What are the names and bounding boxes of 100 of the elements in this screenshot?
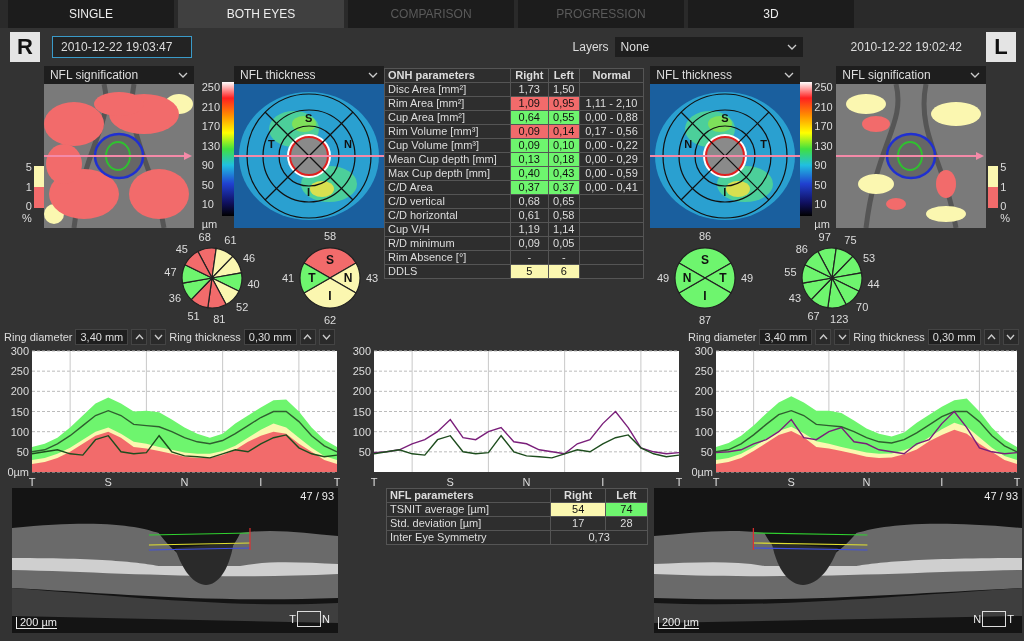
table-cell: Inter Eye Symmetry <box>386 530 551 545</box>
legend-label: 0 <box>25 201 32 212</box>
sector-label: S <box>305 112 313 124</box>
scale-label: 50 <box>201 179 215 191</box>
scale-label: 90 <box>814 160 828 172</box>
ring-thickness-field[interactable]: 0,30 mm <box>927 329 981 345</box>
table-cell: 1,73 <box>510 82 549 97</box>
view-dropdown[interactable]: NFL thickness <box>234 66 384 84</box>
axis-label: S <box>787 476 795 488</box>
ring-thickness-field[interactable]: 0,30 mm <box>243 329 297 345</box>
table-cell: Cup Volume [mm³] <box>384 138 511 153</box>
axis-label: N <box>180 476 189 488</box>
color-legend <box>33 166 44 208</box>
column-header: Right <box>550 488 606 503</box>
tab[interactable]: SINGLE <box>8 0 174 28</box>
orientation-box <box>297 611 322 627</box>
sector-value: 44 <box>867 277 881 290</box>
sector-value: 86 <box>699 230 712 242</box>
table-cell: 1,14 <box>548 222 580 237</box>
table-cell: 0,00 - 0,22 <box>579 138 644 153</box>
table-cell <box>579 82 644 97</box>
sector-value: 41 <box>281 272 295 284</box>
axis-label: 250 <box>352 365 371 378</box>
axis-label: 200 <box>694 385 713 398</box>
orientation-label: T <box>289 613 297 625</box>
sector-value: 123 <box>830 313 849 326</box>
sector-value: 68 <box>198 230 211 243</box>
view-dropdown[interactable]: NFL signification <box>43 66 194 84</box>
axis-label: 100 <box>352 425 371 438</box>
caret-icon <box>784 72 795 78</box>
scale-label: 210 <box>201 101 220 113</box>
sector-value: 52 <box>236 301 249 314</box>
increase-button[interactable] <box>299 329 316 345</box>
orientation-label: T <box>1007 613 1014 625</box>
table-cell: 1,50 <box>548 82 580 97</box>
chevron-up-icon <box>303 334 313 340</box>
field-label: Ring diameter <box>688 331 757 343</box>
legend-label: 5 <box>1000 162 1007 173</box>
ring-diameter-field[interactable]: 3,40 mm <box>759 329 813 345</box>
scale-label: µm <box>201 218 219 230</box>
sector-value: 55 <box>784 266 797 279</box>
scale-label: 250 <box>814 82 833 93</box>
sector-label: I <box>703 289 708 303</box>
increase-button[interactable] <box>131 329 148 345</box>
sector-value: 58 <box>323 230 337 242</box>
increase-button[interactable] <box>815 329 832 345</box>
decrease-button[interactable] <box>1002 329 1019 345</box>
tab[interactable]: BOTH EYES <box>178 0 344 28</box>
sector-label: I <box>307 186 311 198</box>
axis-label: I <box>259 476 263 488</box>
axis-label: T <box>28 476 36 488</box>
sector-label: I <box>723 186 727 198</box>
exam-date: 2010-12-22 19:02:42 <box>850 40 962 54</box>
axis-label: 0µm <box>7 466 29 478</box>
sector-label: T <box>268 138 275 150</box>
scale-bar: 200 µm <box>658 617 699 629</box>
axis-label: T <box>370 476 378 488</box>
legend-unit: % <box>22 212 32 224</box>
sector-value: 53 <box>863 252 876 265</box>
sector-label: T <box>760 138 768 150</box>
table-cell <box>579 208 644 223</box>
sector-value: 46 <box>242 252 256 265</box>
sector-value: 49 <box>741 272 754 284</box>
field-label: Ring thickness <box>853 331 925 343</box>
tab[interactable]: 3D <box>688 0 854 28</box>
sector-value: 45 <box>175 242 188 255</box>
column-header: NFL parameters <box>386 488 551 503</box>
sector-label: T <box>308 271 316 285</box>
legend-label: 5 <box>25 162 32 173</box>
scale-label: 90 <box>201 160 215 172</box>
table-cell: 0,73 <box>550 530 648 545</box>
view-dropdown[interactable]: NFL signification <box>836 66 987 84</box>
slice-counter: 47 / 93 <box>300 490 334 502</box>
sector-value: 49 <box>657 272 670 284</box>
layers-dropdown[interactable]: None <box>614 37 803 57</box>
axis-label: 200 <box>10 385 29 398</box>
table-cell: 0,65 <box>548 194 580 209</box>
axis-label: 150 <box>10 405 29 418</box>
table-cell: 0,58 <box>548 208 580 223</box>
exam-date-field[interactable]: 2010-12-22 19:03:47 <box>52 36 192 58</box>
sector-label: S <box>701 253 710 267</box>
decrease-button[interactable] <box>318 329 335 345</box>
chevron-down-icon <box>837 334 847 340</box>
caret-icon <box>970 72 981 78</box>
eye-badge: L <box>986 32 1016 62</box>
axis-label: 100 <box>10 425 29 438</box>
axis-label: S <box>104 476 112 488</box>
decrease-button[interactable] <box>834 329 851 345</box>
axis-label: 150 <box>352 405 371 418</box>
axis-label: T <box>1013 476 1020 488</box>
view-dropdown[interactable]: NFL thickness <box>650 66 801 84</box>
column-header: Left <box>548 68 580 83</box>
field-label: Layers <box>572 40 609 54</box>
table-cell: 0,09 <box>510 236 549 251</box>
table-cell: - <box>510 250 549 265</box>
ring-diameter-field[interactable]: 3,40 mm <box>75 329 129 345</box>
sector-value: 43 <box>365 272 379 284</box>
increase-button[interactable] <box>983 329 1000 345</box>
sector-value: 61 <box>224 234 237 247</box>
decrease-button[interactable] <box>150 329 167 345</box>
